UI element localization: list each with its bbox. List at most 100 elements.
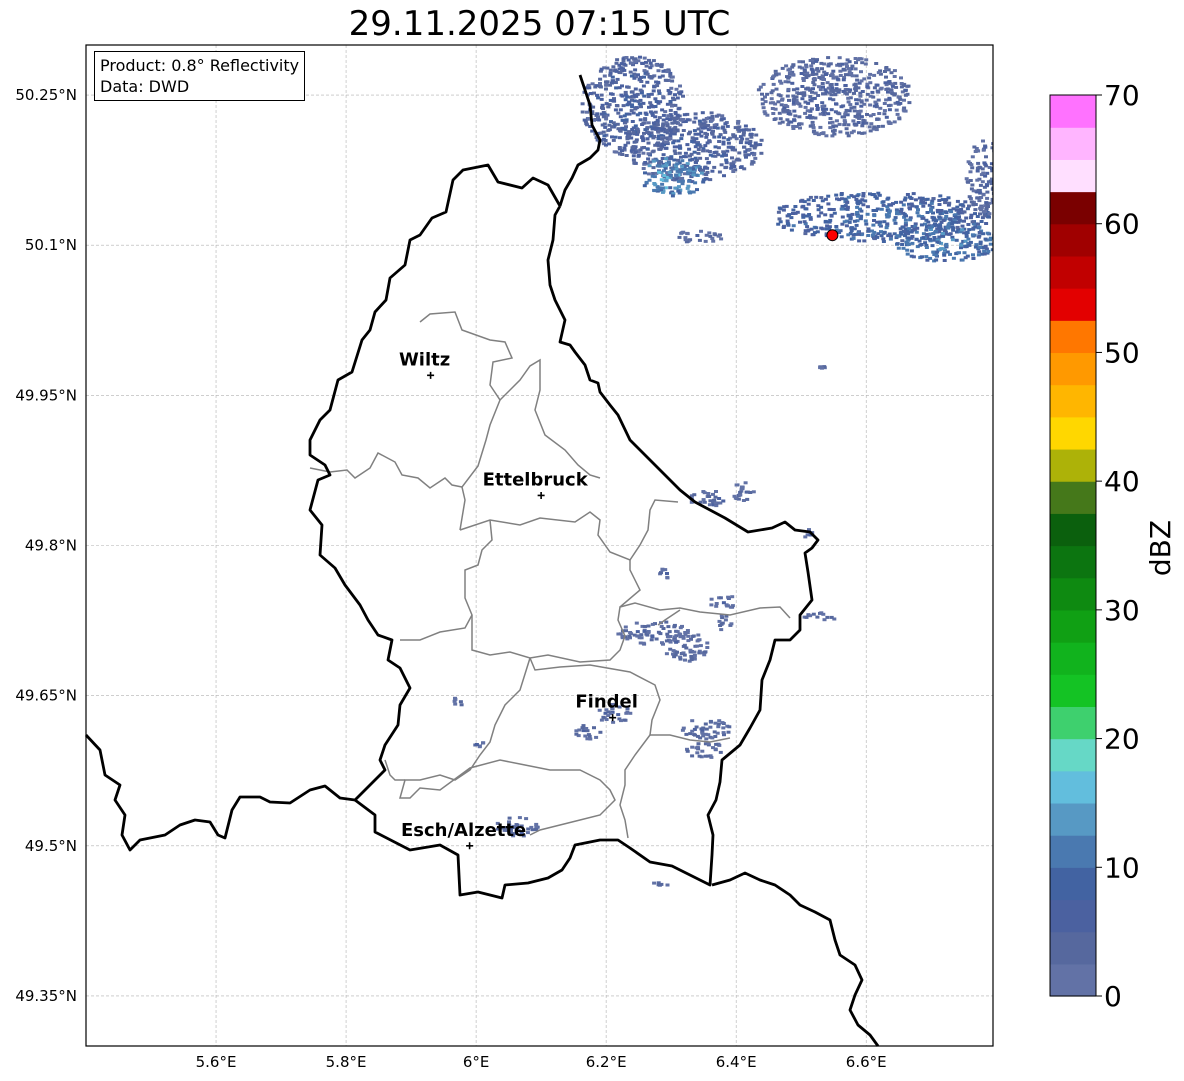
echo-pixel <box>631 154 636 158</box>
echo-pixel <box>998 192 1002 195</box>
echo-pixel <box>888 237 893 241</box>
echo-pixel <box>857 131 861 135</box>
echo-pixel <box>742 128 747 132</box>
echo-pixel <box>995 165 999 168</box>
echo-pixel <box>924 233 929 236</box>
echo-pixel <box>895 112 900 116</box>
echo-pixel <box>829 214 834 218</box>
echo-pixel <box>983 174 988 178</box>
echo-pixel <box>900 243 905 246</box>
echo-pixel <box>939 247 944 251</box>
echo-pixel <box>725 124 730 128</box>
echo-pixel <box>950 222 955 226</box>
echo-pixel <box>711 492 715 496</box>
echo-pixel <box>842 68 847 72</box>
echo-pixel <box>686 639 691 643</box>
echo-pixel <box>681 118 686 121</box>
echo-pixel <box>604 102 609 106</box>
echo-pixel <box>529 825 534 829</box>
echo-pixel <box>946 226 951 230</box>
echo-pixel <box>719 628 724 632</box>
echo-pixel <box>907 101 912 105</box>
echo-pixel <box>688 190 693 194</box>
echo-pixel <box>810 120 815 124</box>
echo-pixel <box>783 103 788 107</box>
echo-pixel <box>626 85 631 89</box>
lat-tick-label: 50.1°N <box>25 236 77 254</box>
echo-pixel <box>689 658 694 662</box>
echo-pixel <box>682 113 687 117</box>
echo-pixel <box>735 157 740 161</box>
echo-pixel <box>668 100 673 103</box>
echo-pixel <box>606 105 611 109</box>
echo-pixel <box>705 641 710 645</box>
echo-pixel <box>819 196 824 200</box>
echo-pixel <box>839 235 844 239</box>
echo-pixel <box>985 203 990 207</box>
echo-pixel <box>633 107 638 111</box>
echo-pixel <box>931 197 936 201</box>
echo-pixel <box>839 193 844 197</box>
echo-pixel <box>699 171 704 175</box>
echo-pixel <box>934 223 939 227</box>
echo-pixel <box>659 146 664 150</box>
echo-pixel <box>800 85 805 88</box>
echo-pixel <box>612 150 617 154</box>
echo-pixel <box>793 205 798 208</box>
echo-pixel <box>970 220 975 224</box>
echo-pixel <box>978 245 983 249</box>
echo-pixel <box>690 140 695 144</box>
echo-pixel <box>630 146 635 150</box>
echo-pixel <box>863 199 868 203</box>
echo-pixel <box>903 196 908 200</box>
echo-pixel <box>708 725 713 729</box>
colorbar-tick-label: 0 <box>1104 980 1122 1013</box>
echo-pixel <box>851 236 856 240</box>
echo-pixel <box>751 490 756 494</box>
echo-pixel <box>672 149 677 153</box>
echo-pixel <box>474 743 479 746</box>
echo-pixel <box>738 493 743 497</box>
echo-pixel <box>692 650 697 654</box>
echo-pixel <box>641 641 646 645</box>
echo-pixel <box>887 211 892 215</box>
echo-pixel <box>823 213 828 217</box>
echo-pixel <box>616 111 621 115</box>
echo-pixel <box>955 225 960 229</box>
echo-pixel <box>753 156 758 160</box>
data-source-label: Data: DWD <box>100 77 190 96</box>
echo-pixel <box>849 229 854 233</box>
echo-pixel <box>666 160 671 164</box>
echo-pixel <box>640 146 645 150</box>
echo-pixel <box>654 80 659 84</box>
echo-pixel <box>812 83 817 87</box>
echo-pixel <box>659 65 664 69</box>
echo-pixel <box>661 69 666 73</box>
echo-cell <box>818 365 827 370</box>
lat-tick-label: 49.35°N <box>15 987 77 1005</box>
echo-pixel <box>604 87 608 91</box>
echo-pixel <box>809 67 814 71</box>
echo-pixel <box>787 213 792 217</box>
echo-pixel <box>834 119 839 123</box>
echo-pixel <box>668 133 673 137</box>
echo-pixel <box>814 195 819 199</box>
echo-pixel <box>864 121 869 125</box>
echo-pixel <box>693 116 698 120</box>
echo-pixel <box>825 224 830 228</box>
echo-pixel <box>816 94 821 97</box>
echo-pixel <box>736 127 741 131</box>
echo-pixel <box>953 215 958 219</box>
echo-pixel <box>630 103 634 107</box>
echo-pixel <box>899 76 903 80</box>
echo-pixel <box>884 115 889 119</box>
echo-pixel <box>665 70 670 74</box>
echo-pixel <box>804 65 809 69</box>
echo-pixel <box>646 152 651 156</box>
echo-pixel <box>853 82 858 86</box>
echo-pixel <box>711 239 716 243</box>
echo-pixel <box>914 205 919 209</box>
echo-pixel <box>838 69 843 73</box>
echo-pixel <box>790 81 795 85</box>
echo-pixel <box>583 734 588 738</box>
